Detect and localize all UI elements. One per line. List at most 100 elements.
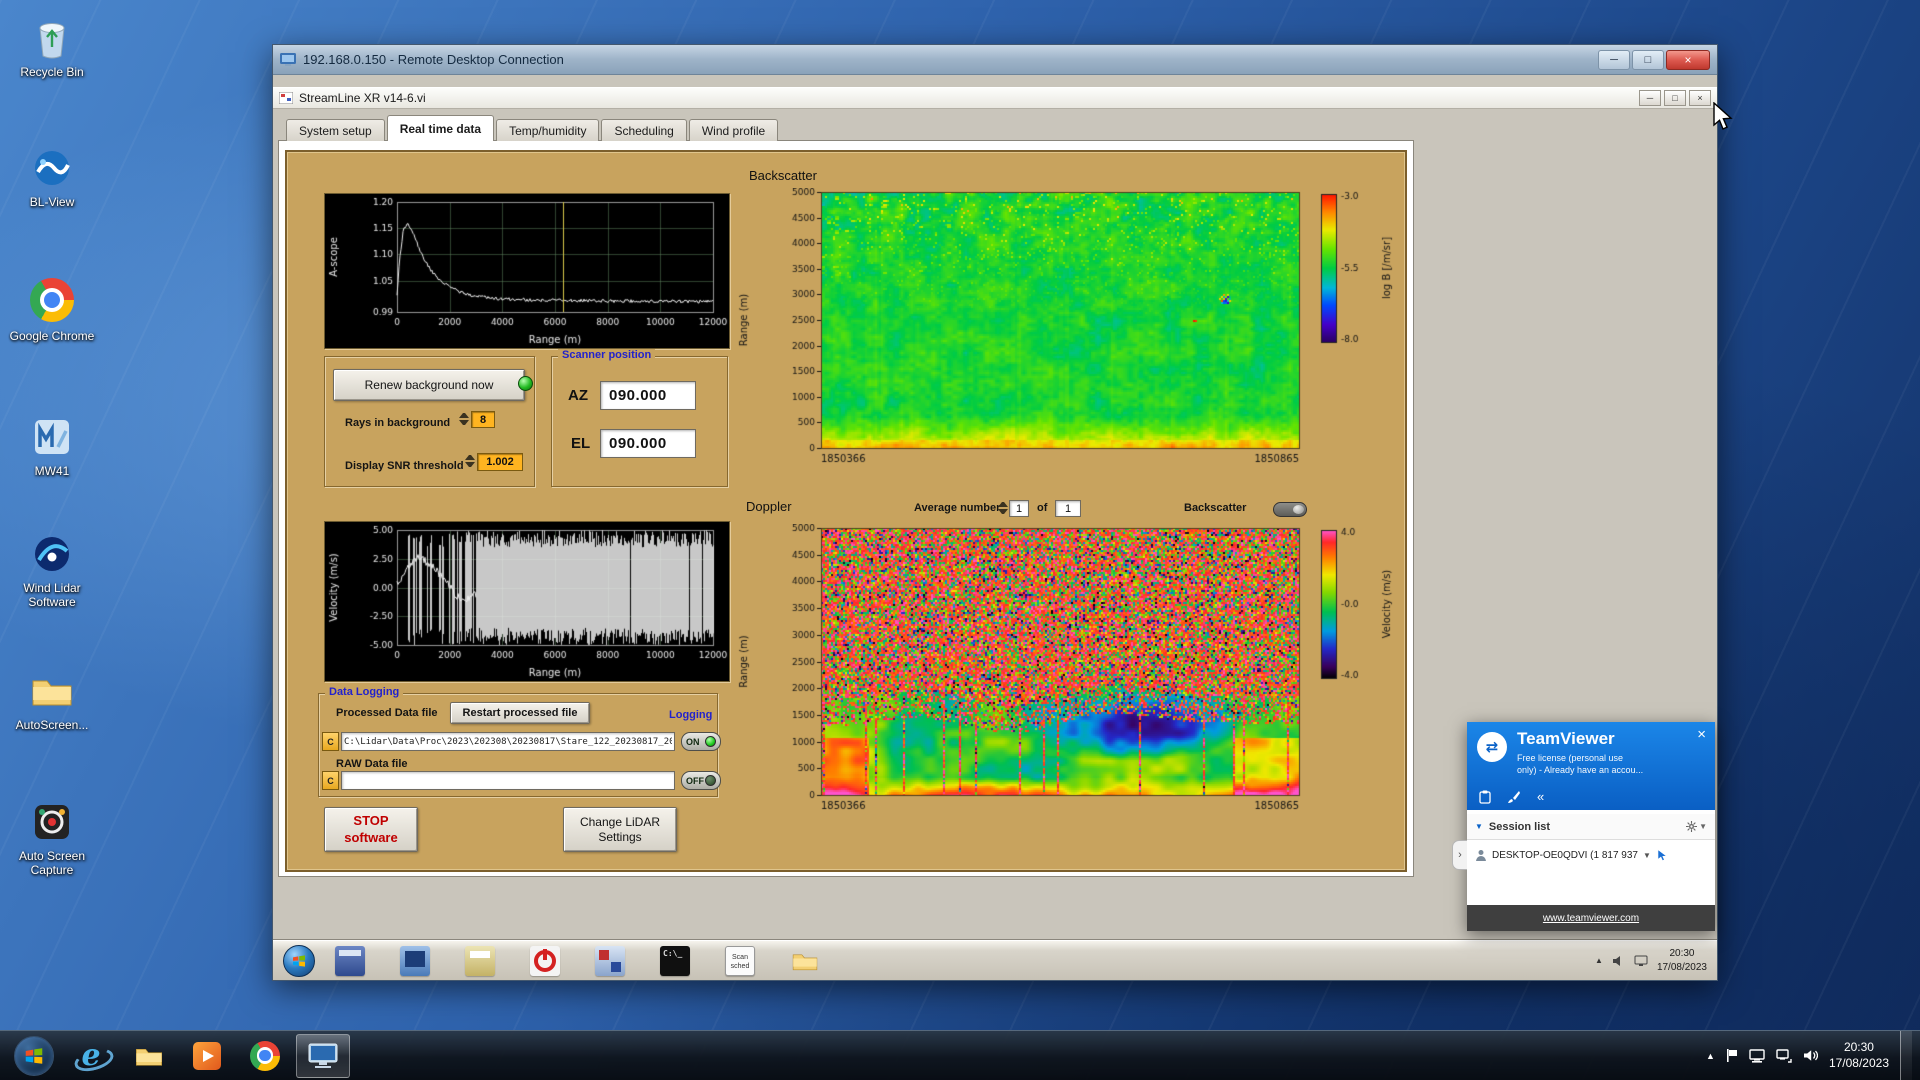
vi-titlebar[interactable]: StreamLine XR v14-6.vi ─ □ × bbox=[273, 87, 1717, 109]
rays-spinner[interactable] bbox=[459, 411, 469, 428]
computer-list-item[interactable]: DESKTOP-OE0QDVI (1 817 937 ▼ bbox=[1467, 840, 1715, 870]
tab-system-setup[interactable]: System setup bbox=[286, 119, 385, 141]
collapse-chevrons-icon[interactable]: « bbox=[1537, 789, 1544, 804]
volume-icon[interactable] bbox=[1803, 1049, 1818, 1062]
processed-drive-selector[interactable]: C bbox=[322, 732, 339, 751]
remote-app-icon-2[interactable] bbox=[400, 945, 430, 976]
show-desktop-button[interactable] bbox=[1900, 1030, 1912, 1080]
toggle-knob bbox=[1293, 505, 1304, 514]
processed-logging-toggle[interactable]: ON bbox=[681, 732, 721, 751]
remote-volume-icon[interactable] bbox=[1612, 955, 1625, 967]
backscatter-display-toggle[interactable] bbox=[1273, 502, 1307, 517]
entry-dropdown-icon[interactable]: ▼ bbox=[1643, 851, 1651, 860]
remote-app-icon-4[interactable] bbox=[595, 945, 625, 976]
session-settings[interactable]: ▼ bbox=[1686, 821, 1707, 832]
tab-wind-profile[interactable]: Wind profile bbox=[688, 119, 779, 141]
start-button[interactable] bbox=[14, 1035, 54, 1076]
stop-software-button[interactable]: STOP software bbox=[324, 807, 418, 852]
taskbar: e ▲ 20:30 17/08/2023 bbox=[0, 1030, 1920, 1080]
remote-network-icon[interactable] bbox=[1634, 955, 1648, 967]
remote-time: 20:30 bbox=[1669, 948, 1695, 959]
velocity-chart[interactable] bbox=[324, 521, 730, 682]
taskbar-media-button[interactable] bbox=[180, 1034, 234, 1078]
close-button[interactable]: × bbox=[1666, 49, 1710, 70]
snr-value-field[interactable]: 1.002 bbox=[477, 453, 523, 471]
action-center-flag-icon[interactable] bbox=[1726, 1048, 1738, 1063]
desktop-icon-recycle-bin[interactable]: Recycle Bin bbox=[4, 14, 100, 79]
remote-hidden-icons-arrow[interactable]: ▲ bbox=[1595, 956, 1603, 965]
maximize-button[interactable]: □ bbox=[1632, 49, 1664, 70]
session-list-row[interactable]: ▼ Session list ▼ bbox=[1467, 814, 1715, 840]
raw-drive-selector[interactable]: C bbox=[322, 771, 339, 790]
tab-real-time-data[interactable]: Real time data bbox=[386, 115, 495, 141]
remote-app-icon-3[interactable] bbox=[465, 945, 495, 976]
desktop-icon-auto-screen-capture[interactable]: Auto Screen Capture bbox=[4, 798, 100, 877]
tab-temp-humidity[interactable]: Temp/humidity bbox=[496, 119, 600, 141]
change-lidar-settings-button[interactable]: Change LiDAR Settings bbox=[563, 807, 677, 852]
windows-flag-icon bbox=[293, 954, 305, 967]
connect-cursor-icon[interactable] bbox=[1656, 848, 1669, 862]
taskbar-explorer-button[interactable] bbox=[122, 1034, 176, 1078]
a-scope-chart[interactable] bbox=[324, 193, 730, 349]
restart-processed-file-button[interactable]: Restart processed file bbox=[450, 702, 590, 724]
raw-file-path-input[interactable] bbox=[341, 771, 675, 790]
power-bar-icon bbox=[543, 948, 547, 960]
minimize-button[interactable]: ─ bbox=[1598, 49, 1630, 70]
camera-icon bbox=[28, 798, 76, 846]
session-list-label: Session list bbox=[1488, 820, 1551, 833]
remote-folder-icon[interactable] bbox=[790, 946, 820, 976]
scan-icon-text1: Scan bbox=[732, 953, 748, 961]
taskbar-ie-button[interactable]: e bbox=[64, 1034, 118, 1078]
teamviewer-close-icon[interactable]: × bbox=[1697, 726, 1706, 743]
vi-restore-button[interactable]: □ bbox=[1664, 90, 1686, 106]
desktop: Recycle Bin BL-View Google Chrome MW41 W… bbox=[0, 0, 1920, 1080]
tab-scheduling[interactable]: Scheduling bbox=[601, 119, 687, 141]
raw-logging-toggle[interactable]: OFF bbox=[681, 771, 721, 790]
remote-start-button[interactable] bbox=[283, 944, 315, 977]
taskbar-rdp-button[interactable] bbox=[296, 1033, 350, 1078]
desktop-icon-mw41[interactable]: MW41 bbox=[4, 413, 100, 478]
clock[interactable]: 20:30 17/08/2023 bbox=[1829, 1040, 1889, 1071]
processed-file-path-input[interactable] bbox=[341, 732, 675, 751]
doppler-heatmap[interactable] bbox=[735, 524, 1407, 817]
teamviewer-link[interactable]: www.teamviewer.com bbox=[1543, 913, 1639, 924]
internet-explorer-icon: e bbox=[81, 1037, 101, 1073]
desktop-icon-label: AutoScreen... bbox=[15, 718, 89, 732]
remote-power-icon[interactable] bbox=[530, 945, 560, 976]
snr-spinner[interactable] bbox=[465, 453, 475, 470]
tab-bar: System setup Real time data Temp/humidit… bbox=[286, 115, 780, 141]
desktop-icon-wind-lidar[interactable]: Wind Lidar Software bbox=[4, 530, 100, 609]
desktop-icon-autoscreen-folder[interactable]: AutoScreen... bbox=[4, 667, 100, 732]
remote-system-tray: ▲ 20:30 17/08/2023 bbox=[1595, 947, 1707, 974]
section-expand-icon[interactable]: ▼ bbox=[1475, 822, 1483, 831]
show-hidden-icons[interactable]: ▲ bbox=[1706, 1051, 1715, 1061]
explorer-folder-icon bbox=[136, 1048, 162, 1066]
az-value-field[interactable]: 090.000 bbox=[600, 381, 696, 410]
average-number-field[interactable]: 1 bbox=[1009, 500, 1029, 517]
renew-background-button[interactable]: Renew background now bbox=[333, 369, 525, 401]
desktop-icon-google-chrome[interactable]: Google Chrome bbox=[4, 276, 100, 343]
backscatter-heatmap[interactable] bbox=[735, 188, 1407, 472]
remote-app-icon-1[interactable] bbox=[335, 945, 365, 976]
window-controls: ─ □ × bbox=[1598, 49, 1710, 70]
vi-minimize-button[interactable]: ─ bbox=[1639, 90, 1661, 106]
remote-clock[interactable]: 20:30 17/08/2023 bbox=[1657, 947, 1707, 974]
computer-entry-label: DESKTOP-OE0QDVI (1 817 937 bbox=[1492, 849, 1638, 861]
teamviewer-expand-tab[interactable]: › bbox=[1452, 840, 1467, 870]
scan-scheduler-icon[interactable]: Scan sched bbox=[725, 945, 755, 976]
rdp-titlebar[interactable]: 192.168.0.150 - Remote Desktop Connectio… bbox=[273, 45, 1717, 75]
average-spinner[interactable] bbox=[998, 500, 1008, 517]
background-controls-group: Renew background now Rays in background … bbox=[324, 356, 535, 487]
rays-value-field[interactable]: 8 bbox=[471, 411, 495, 428]
command-prompt-icon[interactable]: C:\_ bbox=[660, 945, 690, 976]
el-value-field[interactable]: 090.000 bbox=[600, 429, 696, 458]
brush-icon[interactable] bbox=[1507, 790, 1521, 804]
vi-close-button[interactable]: × bbox=[1689, 90, 1711, 106]
taskbar-chrome-button[interactable] bbox=[238, 1034, 292, 1078]
az-label: AZ bbox=[568, 387, 588, 404]
network-icon[interactable] bbox=[1776, 1048, 1792, 1063]
media-player-icon bbox=[193, 1041, 221, 1070]
desktop-icon-bl-view[interactable]: BL-View bbox=[4, 144, 100, 209]
clipboard-icon[interactable] bbox=[1479, 790, 1491, 804]
rdp-tray-icon[interactable] bbox=[1749, 1048, 1765, 1063]
